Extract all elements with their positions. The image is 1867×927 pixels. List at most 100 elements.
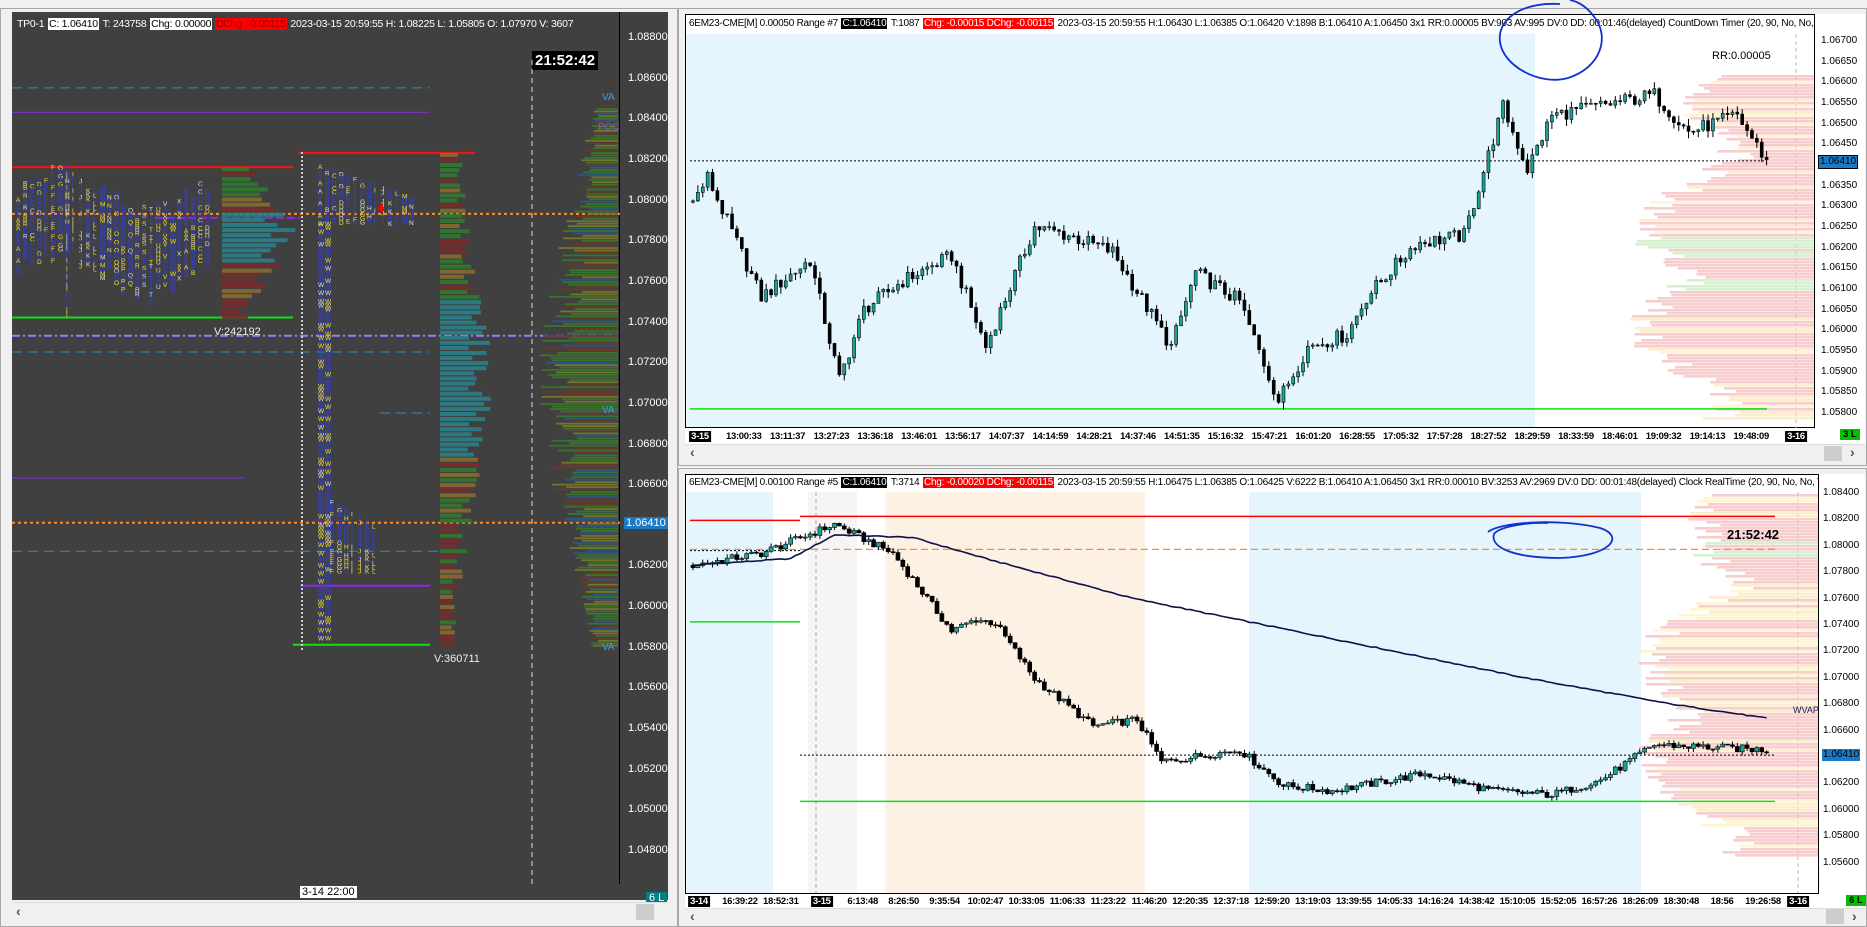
daily-change-value: DChg: -0.00115: [214, 18, 287, 30]
price-tick-label: 1.06000: [1821, 324, 1858, 336]
tpo-label-vol2: V:360711: [434, 653, 480, 665]
time-tick-label: 13:11:37: [770, 431, 806, 442]
price-tick-label: 1.08400: [628, 112, 668, 125]
time-tick-label: 17:57:28: [1426, 431, 1463, 442]
price-tick-label: 1.05200: [628, 762, 668, 775]
time-tick-label: 13:39:55: [1335, 896, 1372, 907]
time-tick-label: 11:46:20: [1131, 896, 1167, 907]
left-time-label: 3-14 22:00: [300, 886, 357, 898]
price-tick-label: 1.06600: [628, 478, 668, 491]
time-tick-label: 16:39:22: [722, 896, 758, 907]
price-tick-label: 1.08200: [1823, 513, 1860, 525]
tpo-label-vol1: V:242192: [214, 326, 261, 338]
top-chart-session-shade: [686, 34, 1535, 427]
tpo-label-va2: VA: [602, 405, 615, 416]
time-tick-label: 14:14:59: [1032, 431, 1069, 442]
change-value: Chg: 0.00000: [150, 18, 213, 30]
left-chart-plot[interactable]: [12, 12, 620, 884]
time-tick-label: 13:27:23: [813, 431, 850, 442]
vwap-label: WVAP: [1793, 705, 1819, 715]
price-tick-label: 1.06200: [1823, 777, 1860, 789]
price-tick-label: 1.07200: [1823, 645, 1860, 657]
time-tick-label: 3-15: [689, 431, 711, 442]
time-tick-label: 15:52:05: [1540, 896, 1577, 907]
price-tick-label: 1.08000: [1823, 539, 1860, 551]
price-tick-label: 1.07800: [1823, 566, 1860, 578]
price-tick-label: 1.08800: [628, 31, 668, 43]
price-tick-label: 1.07000: [628, 396, 668, 409]
time-tick-label: 6:13:48: [847, 896, 879, 907]
price-tick-label: 1.06800: [628, 437, 668, 450]
time-tick-label: 15:47:21: [1251, 431, 1288, 442]
time-tick-label: 19:48:09: [1733, 431, 1770, 442]
price-tick-label: 1.05950: [1821, 345, 1858, 357]
time-tick-label: 14:05:33: [1376, 896, 1413, 907]
time-tick-label: 14:37:46: [1120, 431, 1156, 442]
price-tick-label: 1.06150: [1821, 262, 1858, 274]
time-tick-label: 19:09:32: [1645, 431, 1682, 442]
time-tick-label: 18:27:52: [1470, 431, 1507, 442]
time-tick-label: 14:16:24: [1417, 896, 1454, 907]
time-tick-label: 14:07:37: [988, 431, 1025, 442]
scroll-left-icon[interactable]: ‹: [690, 908, 695, 924]
symbol-label: 6EM23-CME[M] 0.00100 Range #5: [689, 477, 838, 488]
price-tick-label: 1.05600: [1823, 856, 1860, 868]
time-tick-label: 3-15: [810, 896, 833, 907]
price-tick-label: 1.07800: [628, 234, 668, 247]
time-tick-label: 13:36:18: [857, 431, 894, 442]
price-tick-label: 1.05000: [628, 803, 668, 816]
left-scrollbar[interactable]: [12, 902, 668, 922]
time-tick-label: 13:19:03: [1295, 896, 1331, 907]
price-tick-label: 1.07400: [628, 315, 668, 328]
price-tick-label: 1.06000: [628, 600, 668, 613]
time-tick-label: 14:51:35: [1163, 431, 1200, 442]
scroll-right-icon[interactable]: ›: [1852, 908, 1857, 924]
time-tick-label: 13:56:17: [944, 431, 981, 442]
time-tick-label: 16:01:20: [1295, 431, 1332, 442]
time-tick-label: 18:33:59: [1558, 431, 1594, 442]
bottom-clock: 21:52:42: [1727, 527, 1780, 542]
top-scrollbar-thumb[interactable]: [1824, 446, 1842, 461]
price-tick-label: 1.07400: [1823, 619, 1860, 630]
time-tick-label: 8:26:50: [888, 896, 919, 907]
price-tick-label: 1.06600: [1821, 76, 1858, 88]
price-tick-label: 1.08600: [628, 71, 668, 84]
left-chart-header: TP0-1 C: 1.06410 T: 243758 Chg: 0.00000 …: [16, 17, 616, 31]
last-price-badge: 1.06410: [1822, 749, 1861, 762]
time-tick-label: 18:26:09: [1622, 896, 1659, 907]
price-tick-label: 1.06350: [1821, 179, 1858, 191]
bottom-scrollbar-thumb[interactable]: [1826, 909, 1844, 924]
close-value: C: 1.06410: [48, 18, 99, 30]
time-tick-label: 18:30:48: [1663, 896, 1699, 907]
price-tick-label: 1.06000: [1823, 803, 1860, 815]
price-tick-label: 1.05600: [628, 681, 668, 694]
ticks-value: T: 243758: [102, 18, 147, 30]
top-corner-badge: 3 L: [1840, 429, 1860, 440]
price-tick-label: 1.07000: [1823, 671, 1860, 683]
top-scrollbar[interactable]: [685, 444, 1865, 462]
time-tick-label: 3-14: [688, 896, 710, 907]
time-tick-label: 9:35:54: [929, 896, 960, 907]
bottom-chart-plot[interactable]: [685, 474, 1819, 894]
change-value: Chg: -0.00020 DChg: -0.00115: [922, 477, 1054, 488]
price-tick-label: 1.05900: [1821, 365, 1858, 377]
price-tick-label: 1.08400: [1823, 487, 1860, 498]
scroll-left-icon[interactable]: ‹: [16, 903, 21, 919]
bar-info: 2023-03-15 20:59:55 H: 1.08225 L: 1.0580…: [290, 18, 574, 30]
top-chart-header: 6EM23-CME[M] 0.00050 Range #7 C:1.06410 …: [688, 17, 1814, 31]
chart-name: TP0-1: [17, 18, 45, 30]
scroll-right-icon[interactable]: ›: [1850, 444, 1855, 460]
time-tick-label: 12:59:20: [1254, 896, 1290, 907]
time-tick-label: 16:28:55: [1339, 431, 1375, 442]
scroll-left-icon[interactable]: ‹: [690, 444, 695, 460]
bottom-chart-header: 6EM23-CME[M] 0.00100 Range #5 C:1.06410 …: [688, 476, 1818, 490]
bottom-scrollbar[interactable]: [685, 908, 1865, 926]
price-tick-label: 1.06800: [1823, 698, 1860, 710]
price-tick-label: 1.06200: [1821, 241, 1858, 253]
price-tick-label: 1.05800: [1821, 407, 1858, 419]
time-tick-label: 18:52:31: [763, 896, 799, 907]
time-tick-label: 18:46:01: [1601, 431, 1638, 442]
time-tick-label: 15:10:05: [1499, 896, 1536, 907]
left-scrollbar-thumb[interactable]: [636, 904, 654, 920]
close-value: C:1.06410: [841, 477, 888, 488]
